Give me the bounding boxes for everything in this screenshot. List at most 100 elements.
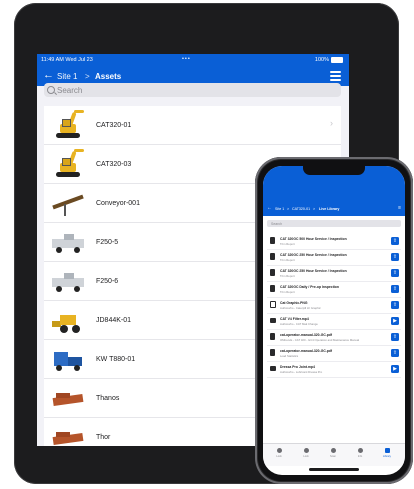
- menu-icon[interactable]: ≡: [398, 205, 401, 211]
- notch: [303, 166, 365, 175]
- file-title: Cat Graphic.PNG: [280, 300, 308, 305]
- share-icon[interactable]: ⇧: [391, 269, 399, 277]
- crusher-thumbnail: [50, 383, 86, 413]
- share-icon[interactable]: ⇧: [391, 301, 399, 309]
- back-arrow-icon[interactable]: ←: [267, 205, 272, 211]
- image-file-icon: [270, 301, 276, 308]
- breadcrumb-asset[interactable]: CAT320-01: [292, 207, 310, 211]
- file-title: cat-operator-manual-320-GC.pdf: [280, 348, 332, 353]
- chevron-left-icon[interactable]: ←: [43, 69, 54, 81]
- excavator-thumbnail: [50, 110, 86, 140]
- asset-row[interactable]: CAT320-01 ›: [44, 106, 341, 145]
- excavator-thumbnail: [50, 149, 86, 179]
- video-camera-icon: [270, 318, 276, 323]
- asset-name: CAT320-03: [96, 160, 132, 168]
- status-time: 11:49 AM Wed Jul 23: [41, 57, 93, 63]
- search-input[interactable]: Search: [267, 220, 401, 227]
- search-input[interactable]: Search: [44, 83, 341, 97]
- document-icon: [270, 349, 275, 356]
- tab-lock[interactable]: Lock: [267, 448, 291, 458]
- document-icon: [270, 285, 275, 292]
- asset-name: F250-6: [96, 277, 119, 285]
- tab-label: Lock: [276, 455, 282, 458]
- search-placeholder: Search: [57, 86, 83, 95]
- chevron-right-icon: ›: [330, 118, 333, 128]
- file-row[interactable]: CAT 320GC Daily / Pre-op Inspection Trim …: [267, 282, 401, 298]
- page-title: Assets: [95, 72, 122, 81]
- document-icon: [270, 269, 275, 276]
- tab-label: Library: [383, 455, 391, 458]
- file-row[interactable]: CAT V4 Filter.mp4 Authorwho - CAT Mak Cha…: [267, 314, 401, 330]
- asset-name: KW T880-01: [96, 355, 136, 363]
- asset-name: Thor: [96, 433, 111, 441]
- share-icon[interactable]: ⇧: [391, 349, 399, 357]
- file-subtitle: Trim Report: [280, 242, 295, 246]
- document-icon: [270, 237, 275, 244]
- file-subtitle: Trim Report: [280, 274, 295, 278]
- breadcrumb-separator: >: [313, 207, 316, 211]
- file-subtitle: Trim Report: [280, 258, 295, 262]
- file-subtitle: Trim Report: [280, 290, 295, 294]
- library-icon: [384, 448, 390, 453]
- breadcrumb-separator: >: [85, 72, 90, 81]
- video-camera-icon: [270, 366, 276, 371]
- home-indicator: [309, 468, 359, 471]
- breadcrumb-separator: >: [287, 207, 290, 211]
- pickup-truck-thumbnail: [50, 227, 86, 257]
- hamburger-menu-icon[interactable]: [330, 71, 341, 83]
- file-row[interactable]: cat-operator-manual-320-GC.pdf Load Stati…: [267, 346, 401, 362]
- file-row[interactable]: cat-operator-manual-320-GC.pdf OMtrends -…: [267, 330, 401, 346]
- tab-label: Scan: [330, 455, 336, 458]
- file-title: CAT 320GC Daily / Pre-op Inspection: [280, 284, 339, 289]
- wheel-loader-thumbnail: [50, 305, 86, 335]
- share-icon[interactable]: ⇧: [391, 333, 399, 341]
- breadcrumb-site[interactable]: Site 1: [275, 207, 284, 211]
- tab-info[interactable]: Info: [348, 448, 372, 458]
- document-icon: [270, 333, 275, 340]
- play-icon[interactable]: ▶: [391, 317, 399, 325]
- multitask-dots[interactable]: •••: [182, 56, 191, 62]
- file-row[interactable]: Dressa Pro Joint.mp4 Authorwho - Lubrican…: [267, 362, 401, 378]
- file-row[interactable]: CAT 320GC 250 Hour Service / Inspection T…: [267, 266, 401, 282]
- tab-library[interactable]: Library: [375, 448, 399, 458]
- status-bar: 11:49 AM Wed Jul 23 ••• 100%: [37, 54, 349, 66]
- breadcrumb-site[interactable]: Site 1: [57, 72, 77, 81]
- file-row[interactable]: Cat Graphic.PNG Authorwho - Caterpill LF …: [267, 298, 401, 314]
- info-icon: [357, 448, 363, 453]
- tab-label: Info: [357, 455, 363, 458]
- pickup-truck-thumbnail: [50, 266, 86, 296]
- search-placeholder: Search: [271, 221, 283, 226]
- document-icon: [270, 253, 275, 260]
- scan-icon: [330, 448, 336, 453]
- tab-scan[interactable]: Scan: [321, 448, 345, 458]
- file-subtitle: Load Statistics: [280, 354, 299, 358]
- tab-lock[interactable]: Lock: [294, 448, 318, 458]
- play-icon[interactable]: ▶: [391, 365, 399, 373]
- iphone-device: ← Site 1 > CAT320-01 > Live Library ≡ Se…: [255, 157, 413, 484]
- status-battery: 100%: [315, 57, 343, 63]
- asset-name: CAT320-01: [96, 121, 132, 129]
- file-title: Dressa Pro Joint.mp4: [280, 364, 315, 369]
- file-list: CAT 320GC 500 Hour Service / Inspection T…: [267, 234, 401, 378]
- page-title: Live Library: [319, 207, 340, 211]
- file-row[interactable]: CAT 320GC 500 Hour Service / Inspection T…: [267, 234, 401, 250]
- file-row[interactable]: CAT 320GC 250 Hour Service / Inspection T…: [267, 250, 401, 266]
- file-subtitle: Authorwho - Lubricant Dressa Pro: [280, 370, 323, 374]
- asset-name: F250-5: [96, 238, 119, 246]
- share-icon[interactable]: ⇧: [391, 237, 399, 245]
- lock-icon: [303, 448, 309, 453]
- asset-name: Thanos: [96, 394, 120, 402]
- search-icon: [47, 86, 55, 94]
- lock-icon: [276, 448, 282, 453]
- dump-truck-thumbnail: [50, 344, 86, 374]
- tab-bar: Lock Lock Scan Info Library: [263, 443, 405, 466]
- file-title: CAT 320GC 250 Hour Service / Inspection: [280, 268, 347, 273]
- file-subtitle: OMtrends - CAT 320 - GC4 Operation and M…: [280, 338, 360, 342]
- file-title: CAT V4 Filter.mp4: [280, 316, 309, 321]
- battery-label: 100%: [314, 57, 329, 63]
- tab-label: Lock: [303, 455, 309, 458]
- file-subtitle: Authorwho - Caterpill LF Graphic: [280, 306, 321, 310]
- share-icon[interactable]: ⇧: [391, 253, 399, 261]
- battery-icon: [331, 57, 343, 63]
- share-icon[interactable]: ⇧: [391, 285, 399, 293]
